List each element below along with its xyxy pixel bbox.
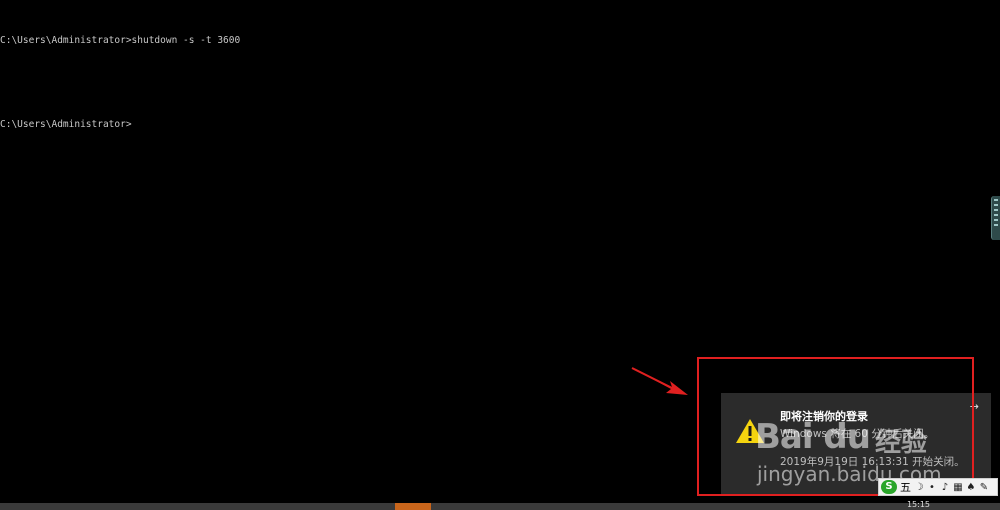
desktop-screen: C:\Users\Administrator>shutdown -s -t 36… [0,0,1000,510]
console-line-blank [0,76,240,90]
mic-icon[interactable]: ♪ [940,482,950,493]
taskbar-active-app[interactable] [395,503,431,510]
console-line-command: C:\Users\Administrator>shutdown -s -t 36… [0,35,241,46]
input-mode-toggle[interactable]: 五 [900,479,911,495]
taskbar-clock[interactable]: 15:15 [907,500,930,509]
side-scroll-handle[interactable] [991,196,1000,240]
taskbar: 15:15 [0,500,1000,510]
shirt-icon[interactable]: ♠ [966,482,976,493]
annotation-arrow [631,367,688,395]
console-line-prompt: C:\Users\Administrator> [0,119,132,130]
ime-toolbar[interactable]: S 五 ☽ • ♪ ▦ ♠ ✎ [878,478,998,496]
moon-icon[interactable]: ☽ [914,482,924,493]
annotation-highlight-box [697,357,974,496]
keyboard-icon[interactable]: ▦ [953,482,963,493]
dot-icon[interactable]: • [927,482,937,493]
command-prompt-output[interactable]: C:\Users\Administrator>shutdown -s -t 36… [0,6,240,160]
wrench-icon[interactable]: ✎ [979,482,989,493]
sogou-logo-icon[interactable]: S [881,480,897,494]
